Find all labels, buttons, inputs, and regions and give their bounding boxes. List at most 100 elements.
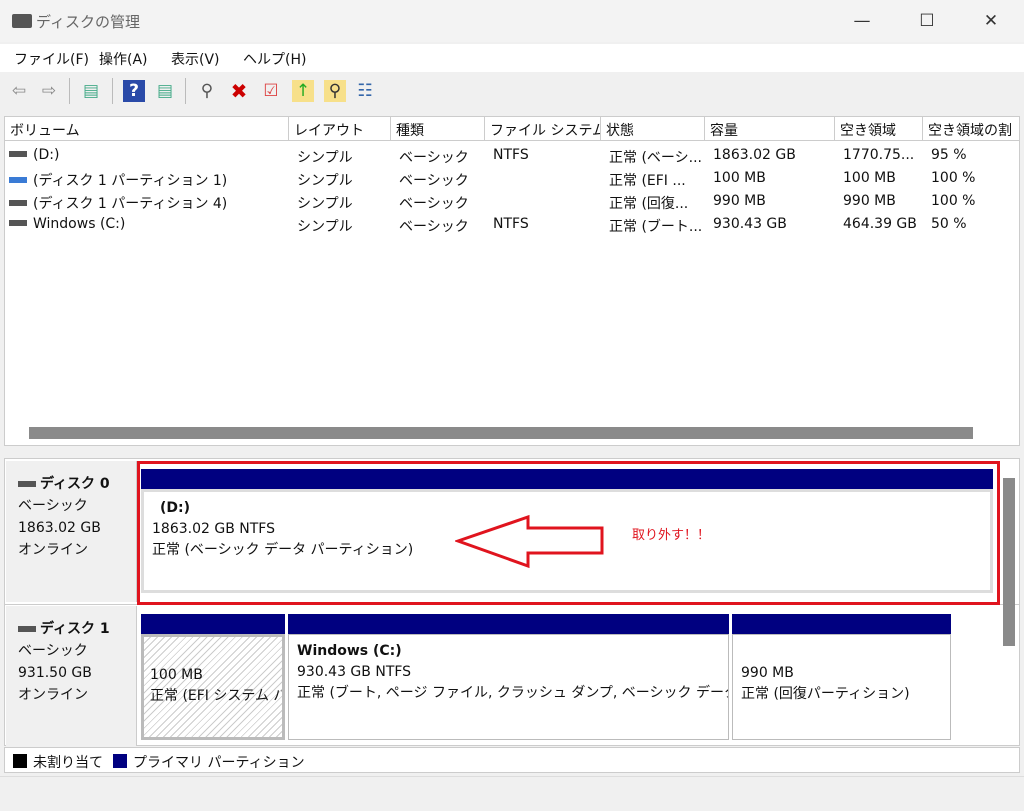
cell-text: Windows (C:): [33, 216, 126, 232]
cell-text: NTFS: [493, 147, 529, 163]
partition-size: 990 MB: [741, 665, 794, 681]
forward-icon[interactable]: ⇨: [38, 80, 60, 102]
annotation-text: 取り外す！！: [632, 528, 711, 543]
find-icon[interactable]: ⚲: [324, 80, 346, 102]
cell-text: 95 %: [931, 147, 967, 163]
cell-text: 1770.75...: [843, 147, 915, 163]
volume-icon: [9, 151, 27, 157]
vertical-scrollbar[interactable]: [1003, 478, 1015, 646]
disk-icon: [18, 481, 36, 487]
unallocated-swatch: [13, 754, 27, 768]
partition-body: 990 MB 正常 (回復パーティション): [732, 634, 951, 740]
cell-text: (D:): [33, 147, 60, 163]
column-header-type[interactable]: 種類: [391, 117, 485, 141]
table-cell: 464.39 GB: [843, 216, 923, 239]
left-arrow-annotation: [455, 514, 604, 569]
help-icon[interactable]: ?: [123, 80, 145, 102]
menu-file[interactable]: ファイル(F): [14, 49, 89, 69]
disk-0-label[interactable]: ディスク 0 ベーシック 1863.02 GB オンライン: [6, 461, 137, 602]
column-header-layout[interactable]: レイアウト: [289, 117, 391, 141]
cell-text: 100 %: [931, 170, 976, 186]
cell-text: NTFS: [493, 216, 529, 232]
partition-efi[interactable]: 100 MB 正常 (EFI システム パ: [141, 614, 285, 740]
menu-action[interactable]: 操作(A): [99, 49, 148, 69]
legend-primary-partition: プライマリ パーティション: [133, 755, 305, 771]
partition-status: 正常 (回復パーティション): [741, 686, 910, 702]
column-header-filesystem[interactable]: ファイル システム: [485, 117, 601, 141]
settings-icon[interactable]: ☷: [354, 80, 376, 102]
cell-text: 990 MB: [713, 193, 766, 209]
cell-text: ベーシック: [399, 219, 469, 235]
cell-text: 990 MB: [843, 193, 896, 209]
cell-text: シンプル: [297, 196, 353, 212]
cell-text: ベーシック: [399, 173, 469, 189]
cell-text: 930.43 GB: [713, 216, 787, 232]
column-header-volume[interactable]: ボリューム: [5, 117, 289, 141]
volume-icon: [9, 177, 27, 183]
table-cell: Windows (C:): [5, 216, 281, 239]
table-row[interactable]: Windows (C:) シンプル ベーシック NTFS 正常 (ブート... 930.4…: [5, 213, 1019, 239]
table-cell: 正常 (ブート...: [609, 216, 705, 239]
column-header-free-space[interactable]: 空き領域: [835, 117, 923, 141]
cell-text: 100 MB: [713, 170, 766, 186]
cell-text: シンプル: [297, 173, 353, 189]
minimize-button[interactable]: —: [847, 8, 877, 34]
back-icon[interactable]: ⇦: [8, 80, 30, 102]
export-icon[interactable]: ↑: [292, 80, 314, 102]
cell-text: 1863.02 GB: [713, 147, 796, 163]
cell-text: 正常 (ベーシ...: [609, 150, 702, 166]
maximize-button[interactable]: ☐: [912, 8, 942, 34]
cell-text: 50 %: [931, 216, 967, 232]
table-row[interactable]: (ディスク 1 パーティション 4) シンプル ベーシック 正常 (回復... 990 …: [5, 190, 1019, 213]
cell-text: 100 %: [931, 193, 976, 209]
column-header-capacity[interactable]: 容量: [705, 117, 835, 141]
disk-size: 1863.02 GB: [18, 520, 101, 536]
partition-status: 正常 (ブート, ページ ファイル, クラッシュ ダンプ, ベーシック データ …: [297, 685, 728, 701]
menu-view[interactable]: 表示(V): [171, 49, 220, 69]
partition-recovery[interactable]: 990 MB 正常 (回復パーティション): [732, 614, 951, 740]
menu-bar: ファイル(F) 操作(A) 表示(V) ヘルプ(H): [0, 44, 1024, 72]
table-row[interactable]: (ディスク 1 パーティション 1) シンプル ベーシック 正常 (EFI ... 10…: [5, 167, 1019, 190]
partition-bar: [141, 614, 285, 634]
show-action-pane-icon[interactable]: ▤: [154, 80, 176, 102]
connect-disk-icon[interactable]: ⚲: [196, 80, 218, 102]
partition-windows-c[interactable]: Windows (C:) 930.43 GB NTFS 正常 (ブート, ページ…: [288, 614, 729, 740]
cell-text: ベーシック: [399, 150, 469, 166]
horizontal-scrollbar[interactable]: [29, 427, 973, 439]
cell-text: 正常 (回復...: [609, 196, 689, 212]
cell-text: (ディスク 1 パーティション 4): [33, 196, 228, 212]
show-hide-console-tree-icon[interactable]: ▤: [80, 80, 102, 102]
menu-help[interactable]: ヘルプ(H): [243, 49, 306, 69]
disk-status: オンライン: [18, 687, 88, 703]
properties-icon[interactable]: ☑: [260, 80, 282, 102]
delete-icon[interactable]: ✖: [228, 80, 250, 102]
disk-icon: [18, 626, 36, 632]
partition-size: 100 MB: [150, 667, 203, 683]
cell-text: 464.39 GB: [843, 216, 917, 232]
volume-list: ボリューム レイアウト 種類 ファイル システム 状態 容量 空き領域 空き領域…: [4, 116, 1020, 446]
cell-text: シンプル: [297, 150, 353, 166]
partition-bar: [288, 614, 729, 634]
table-cell: NTFS: [493, 216, 601, 239]
column-header-free-percent[interactable]: 空き領域の割: [923, 117, 1019, 141]
legend-unallocated: 未割り当て: [33, 755, 103, 771]
partition-size: 930.43 GB NTFS: [297, 664, 412, 680]
disk-name: ディスク 0: [40, 476, 110, 492]
primary-partition-swatch: [113, 754, 127, 768]
table-cell: ベーシック: [399, 216, 485, 239]
disk-type: ベーシック: [18, 498, 88, 514]
partition-bar: [732, 614, 951, 634]
partition-name: Windows (C:): [297, 643, 402, 659]
table-cell: 50 %: [931, 216, 1019, 239]
volume-icon: [9, 200, 27, 206]
status-bar: [0, 776, 1024, 811]
table-row[interactable]: (D:) シンプル ベーシック NTFS 正常 (ベーシ... 1863.02 GB 177…: [5, 144, 1019, 167]
column-header-status[interactable]: 状態: [601, 117, 705, 141]
disk-1-label[interactable]: ディスク 1 ベーシック 931.50 GB オンライン: [6, 606, 137, 746]
table-cell: シンプル: [297, 216, 391, 239]
cell-text: 正常 (ブート...: [609, 219, 703, 235]
cell-text: 100 MB: [843, 170, 896, 186]
close-button[interactable]: ✕: [976, 8, 1006, 34]
disk-type: ベーシック: [18, 643, 88, 659]
partition-body: 100 MB 正常 (EFI システム パ: [141, 634, 285, 740]
